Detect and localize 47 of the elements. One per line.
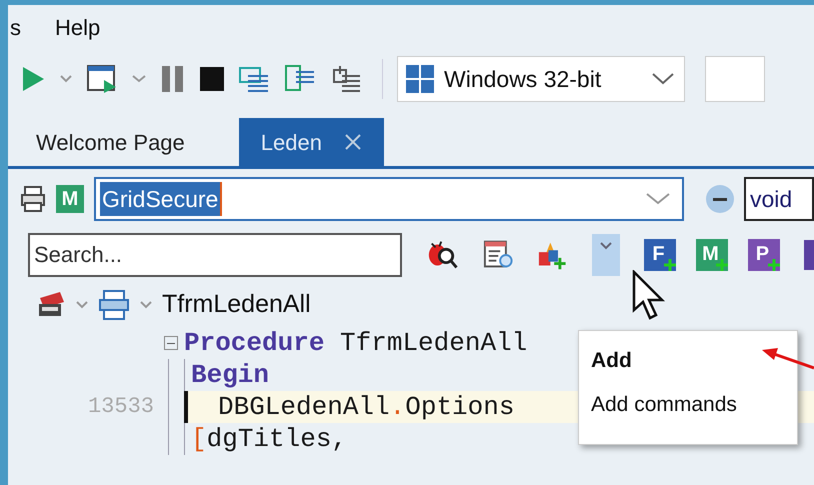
pause-icon[interactable] xyxy=(160,65,186,93)
run-icon[interactable] xyxy=(20,65,46,93)
step-icon[interactable] xyxy=(330,64,362,94)
close-icon[interactable] xyxy=(344,133,362,151)
printer-icon[interactable] xyxy=(20,185,46,213)
search-field[interactable]: Search... xyxy=(28,233,402,277)
line-number: 13533 xyxy=(86,393,155,421)
dropdown-caret-icon[interactable] xyxy=(76,301,88,309)
dropdown-caret-icon[interactable] xyxy=(132,75,146,83)
input-field[interactable] xyxy=(705,56,765,102)
unit-combo[interactable]: GridSecure xyxy=(94,177,684,221)
chevron-down-icon xyxy=(652,73,674,85)
add-item-button[interactable]: P xyxy=(748,239,780,271)
dropdown-caret-icon[interactable] xyxy=(140,301,152,309)
collapse-icon[interactable] xyxy=(164,336,178,350)
windows-icon xyxy=(406,65,434,93)
window-run-icon[interactable] xyxy=(86,64,118,94)
platform-dropdown[interactable]: Windows 32-bit xyxy=(397,56,685,102)
selected-text: GridSecure xyxy=(100,182,222,216)
chevron-down-icon xyxy=(646,193,670,205)
add-item-button[interactable]: F xyxy=(644,239,676,271)
step-icon[interactable] xyxy=(284,64,316,94)
shapes-add-icon[interactable] xyxy=(537,240,568,270)
platform-label: Windows 32-bit xyxy=(444,64,602,94)
menu-item[interactable]: Add xyxy=(579,339,797,382)
code-line: [dgTitles, xyxy=(184,423,348,455)
printer-icon[interactable] xyxy=(98,289,130,321)
caret-icon xyxy=(600,242,612,250)
method-field[interactable]: void xyxy=(744,177,814,221)
module-icon: M xyxy=(56,185,84,213)
plus-icon xyxy=(768,259,780,271)
menu-item[interactable]: Add commands xyxy=(579,382,797,426)
dropdown-caret-icon[interactable] xyxy=(60,75,72,83)
collapse-button[interactable] xyxy=(706,185,734,213)
plus-icon xyxy=(664,259,676,271)
menu-item[interactable]: s xyxy=(10,10,21,44)
bug-magnifier-icon[interactable] xyxy=(426,239,459,271)
dropdown-button[interactable] xyxy=(592,234,620,276)
pointer-arrow xyxy=(762,346,814,370)
code-line: DBGLedenAll.Options xyxy=(217,391,514,423)
step-icon[interactable] xyxy=(238,64,270,94)
menu-item[interactable]: Help xyxy=(55,10,100,44)
class-name: TfrmLedenAll xyxy=(162,289,311,320)
tab[interactable]: Welcome Page xyxy=(22,118,199,166)
plus-icon xyxy=(716,259,728,271)
tab[interactable]: Leden xyxy=(238,118,384,166)
code-line: Procedure TfrmLedenAll xyxy=(184,327,528,359)
